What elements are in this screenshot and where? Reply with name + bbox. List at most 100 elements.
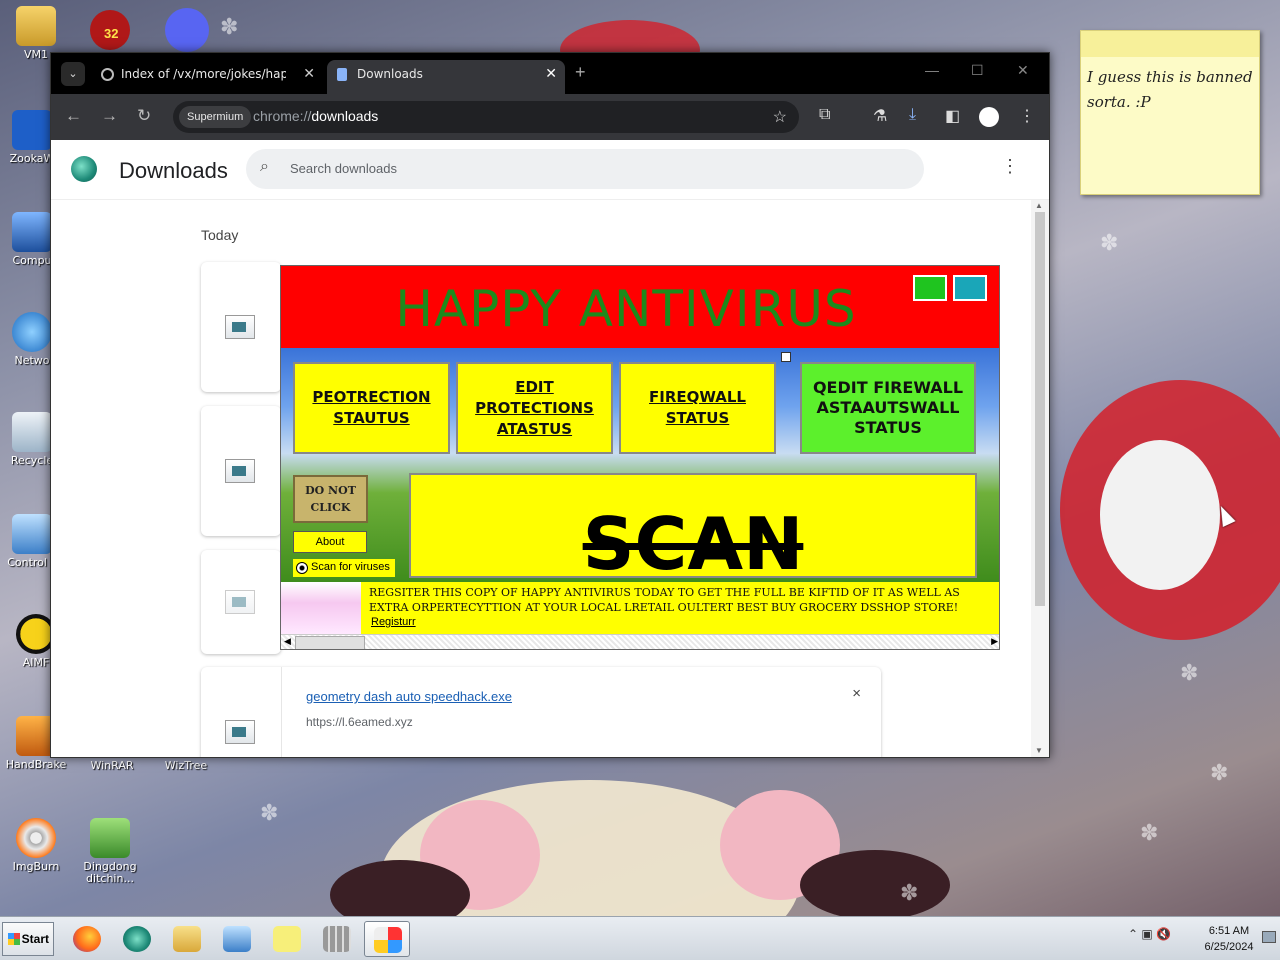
desktop-icon-discord[interactable] — [163, 6, 211, 52]
taskbar-wiztree[interactable] — [314, 921, 360, 957]
firefox-icon — [73, 926, 101, 952]
url-text[interactable]: chrome://downloads — [253, 108, 378, 124]
minimize-button[interactable]: — — [925, 62, 939, 78]
taskbar-control-panel[interactable] — [214, 921, 260, 957]
search-icon: ⌕ — [260, 158, 269, 175]
file-icon — [225, 315, 255, 339]
antivirus-title: HAPPY ANTIVIRUS — [395, 280, 857, 338]
scroll-right-icon[interactable]: ▶ — [991, 636, 998, 647]
tab-index[interactable]: Index of /vx/more/jokes/happy an ✕ — [91, 60, 323, 94]
firewall-status-button[interactable]: FIREQWALL STATUS — [619, 362, 776, 454]
scroll-thumb[interactable] — [295, 636, 365, 649]
taskbar: Start ⌃ ▣ 🔇 6:51 AM 6/25/2024 — [0, 916, 1280, 960]
download-card[interactable] — [201, 406, 281, 536]
close-tab-icon[interactable]: ✕ — [545, 60, 557, 88]
show-desktop-button[interactable] — [1262, 931, 1276, 943]
download-source-url: https://l.6eamed.xyz — [306, 715, 413, 729]
download-card[interactable] — [201, 550, 281, 654]
tab-downloads[interactable]: Downloads ✕ — [327, 60, 565, 94]
sticky-note[interactable]: I guess this is banned sorta. :P — [1080, 30, 1260, 195]
page-title: Downloads — [119, 158, 228, 183]
side-panel-icon[interactable]: ◧ — [945, 106, 960, 126]
scan-button[interactable]: SCAN — [409, 473, 977, 586]
download-card-speedhack[interactable]: geometry dash auto speedhack.exe https:/… — [201, 667, 881, 757]
new-tab-button[interactable]: + — [575, 62, 586, 83]
close-tab-icon[interactable]: ✕ — [303, 60, 315, 88]
sticky-note-bar[interactable] — [1081, 31, 1259, 57]
globe-icon — [101, 68, 114, 81]
clock[interactable]: 6:51 AM 6/25/2024 — [1200, 923, 1258, 955]
tray-icons[interactable]: ⌃ ▣ 🔇 — [1128, 927, 1171, 941]
folder-icon — [173, 926, 201, 952]
back-icon[interactable]: ← — [65, 106, 82, 126]
download-file-link[interactable]: geometry dash auto speedhack.exe — [306, 689, 512, 704]
happy-antivirus-icon — [374, 927, 402, 953]
scan-for-viruses-radio[interactable]: Scan for viruses — [293, 559, 395, 577]
desktop-icon-game[interactable]: 32 — [86, 6, 136, 52]
downloads-header: Downloads ⌕ Search downloads ⋮ — [51, 140, 1049, 200]
wiztree-icon — [323, 926, 351, 952]
search-downloads-input[interactable]: ⌕ Search downloads — [246, 149, 924, 189]
register-link[interactable]: Registurr — [371, 616, 416, 628]
maximize-button[interactable] — [953, 275, 987, 301]
taskbar-firefox[interactable] — [64, 921, 110, 957]
arrow-drive-icon — [90, 818, 130, 858]
tab-search-button[interactable]: ⌄ — [61, 62, 85, 86]
minimize-button[interactable] — [913, 275, 947, 301]
zookaware-icon — [12, 110, 52, 150]
antivirus-header: HAPPY ANTIVIRUS — [281, 266, 999, 348]
menu-kebab-icon[interactable]: ⋮ — [1019, 106, 1035, 126]
date-heading: Today — [201, 227, 239, 243]
resize-handle-icon[interactable] — [781, 352, 791, 362]
edit-firewall-button[interactable]: QEDIT FIREWALL ASTAAUTSWALL STATUS — [800, 362, 976, 454]
sticky-note-text[interactable]: I guess this is banned sorta. :P — [1081, 57, 1259, 123]
horizontal-scrollbar[interactable]: ◀ ▶ — [281, 634, 999, 649]
scroll-up-icon[interactable]: ▲ — [1035, 201, 1043, 210]
banner-image — [281, 582, 361, 634]
sticky-notes-icon — [273, 926, 301, 952]
close-window-button[interactable]: ✕ — [1017, 62, 1029, 79]
page-scrollbar[interactable]: ▲ ▼ — [1031, 200, 1049, 757]
desktop-icon-wiztree[interactable]: WizTree — [154, 760, 218, 772]
taskbar-explorer[interactable] — [164, 921, 210, 957]
imgburn-icon — [16, 818, 56, 858]
happy-antivirus-window: HAPPY ANTIVIRUS PEOTRECTION STAUTUS EDIT… — [280, 265, 1000, 650]
download-icon — [337, 68, 347, 81]
protection-status-button[interactable]: PEOTRECTION STAUTUS — [293, 362, 450, 454]
file-icon — [225, 590, 255, 614]
profile-icon[interactable] — [979, 107, 999, 127]
control-panel-icon — [223, 926, 251, 952]
start-button[interactable]: Start — [2, 922, 54, 956]
desktop-icon-winrar[interactable]: WinRAR — [80, 760, 144, 772]
browser-toolbar: ← → ↻ Supermium chrome://downloads ☆ ⧉ ⚗… — [51, 94, 1049, 140]
taskbar-sticky-notes[interactable] — [264, 921, 310, 957]
scroll-left-icon[interactable]: ◀ — [284, 636, 291, 647]
desktop-icon-dingdong[interactable]: Dingdong ditchin... — [78, 818, 142, 885]
browser-logo-icon — [123, 926, 151, 952]
computer-icon — [12, 212, 52, 252]
tab-strip: ⌄ Index of /vx/more/jokes/happy an ✕ Dow… — [51, 53, 1049, 94]
file-icon — [225, 459, 255, 483]
downloads-icon[interactable]: ⤓ — [909, 106, 916, 124]
desktop-icon-imgburn[interactable]: ImgBurn — [4, 818, 68, 873]
extensions-icon[interactable]: ⧉ — [819, 106, 830, 124]
more-actions-icon[interactable]: ⋮ — [1001, 156, 1019, 177]
scroll-down-icon[interactable]: ▼ — [1035, 746, 1043, 755]
bookmark-star-icon[interactable]: ☆ — [773, 107, 787, 127]
register-banner: REGSITER THIS COPY OF HAPPY ANTIVIRUS TO… — [281, 582, 999, 634]
maximize-button[interactable]: ☐ — [971, 62, 984, 79]
do-not-click-button[interactable]: DO NOT CLICK — [293, 475, 368, 523]
download-card[interactable] — [201, 262, 281, 392]
address-bar[interactable]: Supermium chrome://downloads ☆ — [173, 101, 799, 133]
taskbar-browser[interactable] — [114, 921, 160, 957]
scroll-thumb[interactable] — [1035, 212, 1045, 606]
remove-download-button[interactable]: × — [852, 685, 861, 702]
forward-icon[interactable]: → — [101, 106, 118, 126]
taskbar-happy-antivirus[interactable] — [364, 921, 410, 957]
site-chip[interactable]: Supermium — [179, 106, 252, 128]
edit-protections-button[interactable]: EDIT PROTECTIONS ATASTUS — [456, 362, 613, 454]
browser-logo-icon — [71, 156, 97, 182]
labs-flask-icon[interactable]: ⚗ — [873, 106, 887, 126]
about-button[interactable]: About — [293, 531, 367, 553]
reload-icon[interactable]: ↻ — [137, 106, 151, 126]
